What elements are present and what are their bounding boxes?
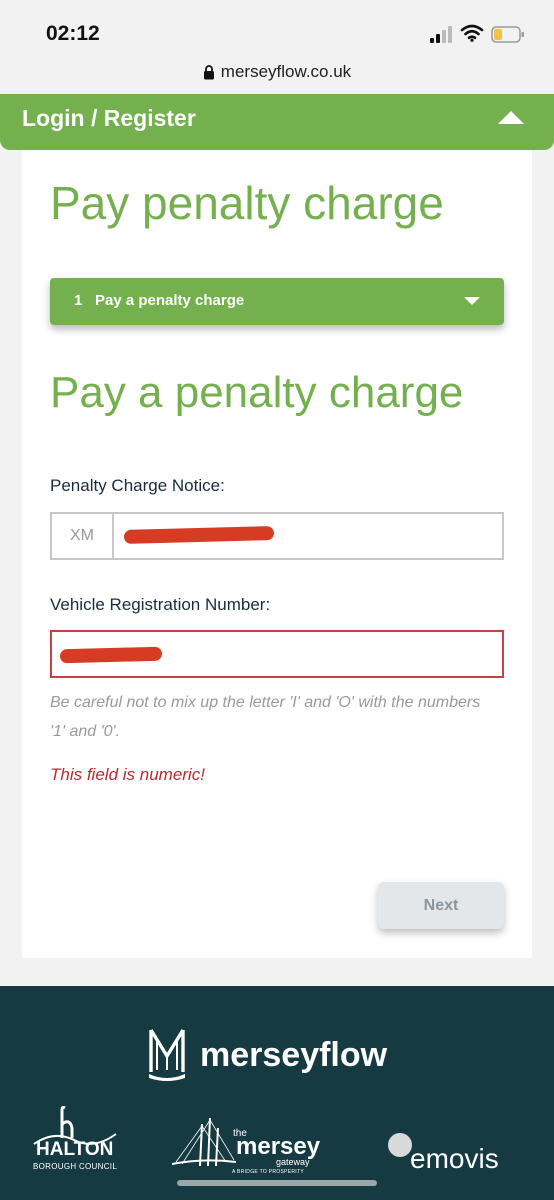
- login-register-label: Login / Register: [22, 105, 196, 131]
- address-bar[interactable]: merseyflow.co.uk: [0, 56, 554, 92]
- battery-icon: [491, 26, 524, 43]
- pcn-input[interactable]: XM: [50, 512, 504, 560]
- status-bar: 02:12: [0, 0, 554, 56]
- url-text: merseyflow.co.uk: [220, 62, 352, 81]
- error-message: This field is numeric!: [50, 765, 205, 784]
- merseyflow-wordmark[interactable]: merseyflow: [200, 1036, 387, 1075]
- page-title: Pay penalty charge: [50, 177, 444, 229]
- mersey-gateway-bridge-icon[interactable]: [172, 1112, 236, 1172]
- caret-up-icon[interactable]: [498, 111, 524, 124]
- caret-down-icon: [464, 297, 480, 305]
- step-number: 1: [74, 292, 83, 309]
- section-title: Pay a penalty charge: [50, 368, 464, 417]
- step-dropdown[interactable]: 1 Pay a penalty charge: [50, 278, 504, 325]
- pcn-prefix: XM: [52, 514, 114, 558]
- footer: merseyflow HALTON BOROUGH COUNCIL the me…: [0, 986, 554, 1200]
- emovis-wordmark[interactable]: emovis: [410, 1143, 499, 1175]
- gateway-tagline: A BRIDGE TO PROSPERITY: [232, 1169, 304, 1175]
- step-label: Pay a penalty charge: [95, 292, 245, 309]
- pcn-label: Penalty Charge Notice:: [50, 476, 225, 495]
- cellular-signal-icon: [430, 25, 454, 43]
- emovis-logo-icon[interactable]: [388, 1133, 412, 1157]
- status-time: 02:12: [46, 22, 100, 45]
- next-button[interactable]: Next: [378, 882, 504, 929]
- home-indicator[interactable]: [177, 1180, 377, 1186]
- vrn-redaction: [59, 646, 163, 664]
- gateway-word: gateway: [276, 1157, 310, 1167]
- merseyflow-logo-icon[interactable]: [148, 1026, 186, 1082]
- pcn-redaction: [123, 526, 275, 544]
- vrn-input[interactable]: [50, 630, 504, 678]
- lock-icon: [203, 64, 214, 79]
- payment-form-card: Pay penalty charge 1 Pay a penalty charg…: [22, 150, 532, 958]
- vrn-label: Vehicle Registration Number:: [50, 595, 271, 614]
- wifi-icon: [460, 24, 484, 42]
- login-register-bar[interactable]: Login / Register: [0, 94, 554, 150]
- halton-name: HALTON: [36, 1139, 114, 1160]
- halton-subtitle: BOROUGH COUNCIL: [33, 1162, 118, 1171]
- helper-text: Be careful not to mix up the letter 'I' …: [50, 694, 481, 740]
